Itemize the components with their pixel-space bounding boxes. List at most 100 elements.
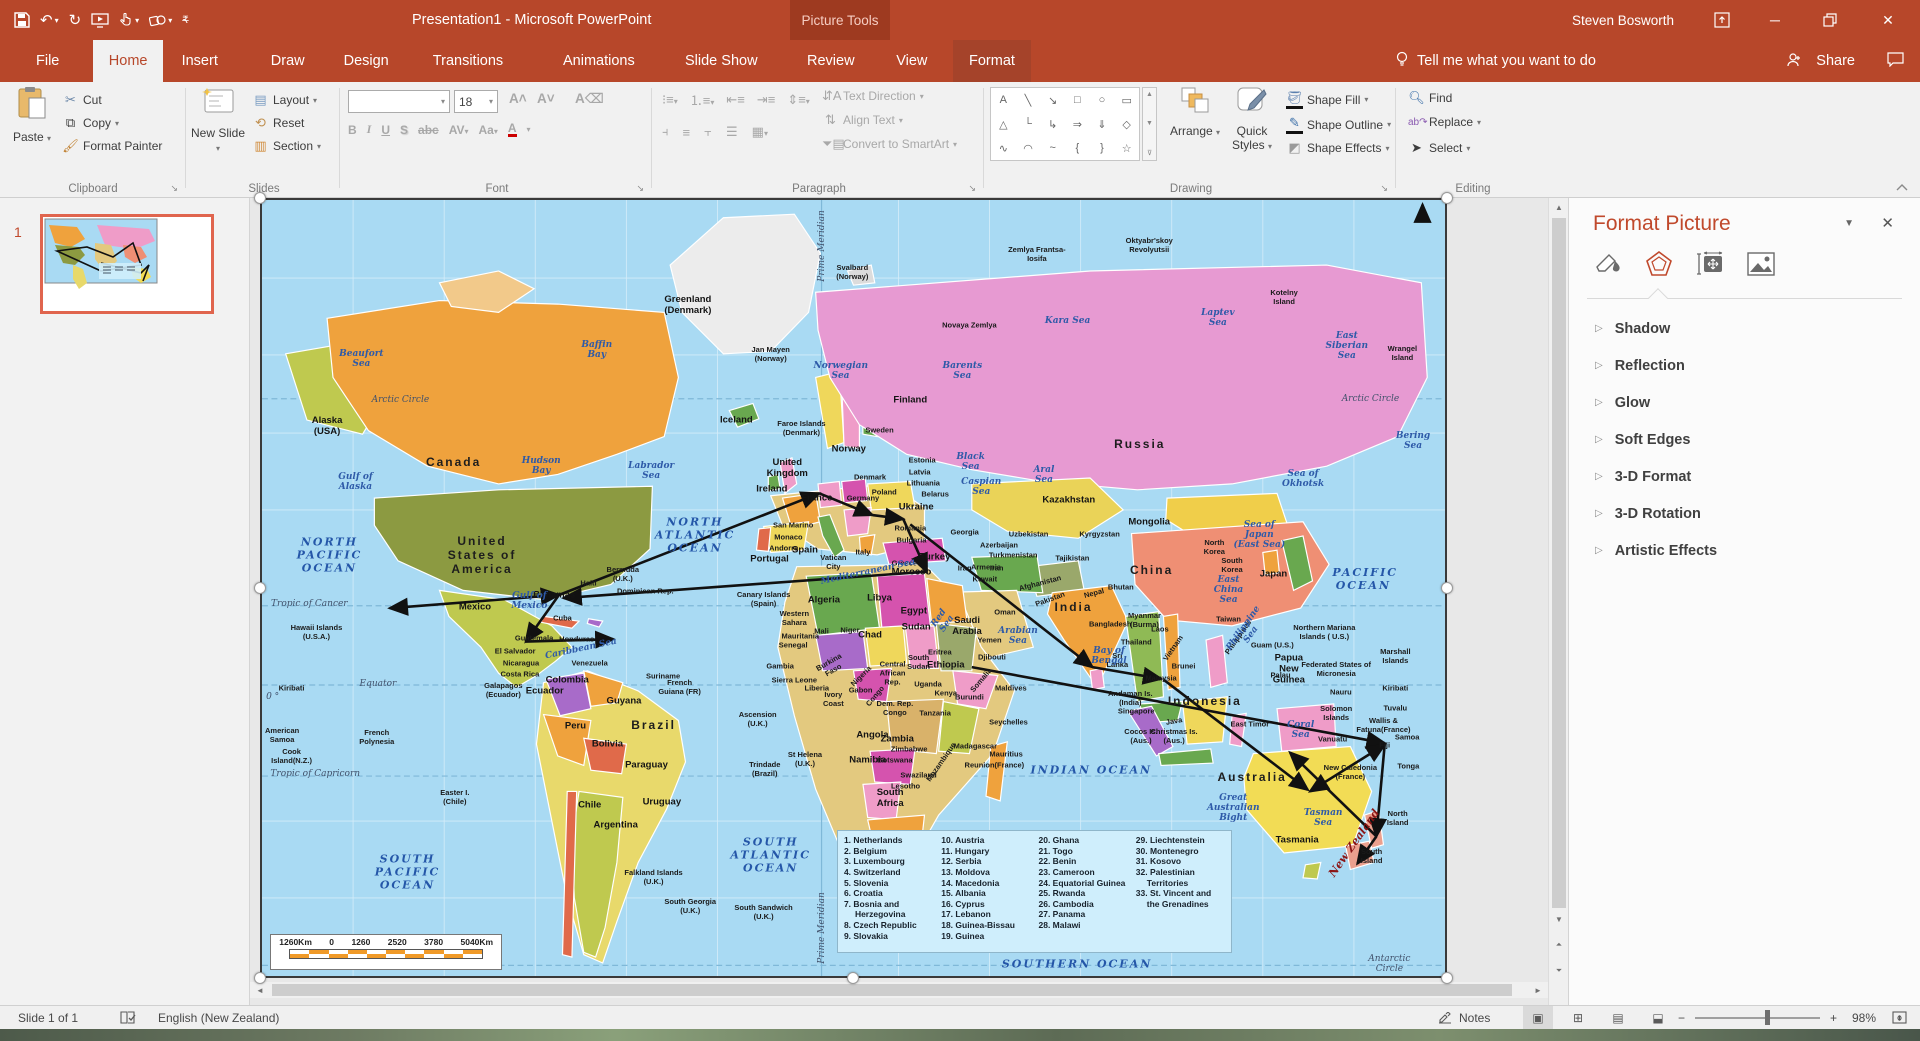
expand-triangle-icon[interactable]: ▷	[1595, 471, 1603, 482]
decrease-font-size-button[interactable]: A˅	[532, 91, 560, 106]
copy-button[interactable]: ⧉Copy▾	[62, 115, 119, 131]
tab-design[interactable]: Design	[328, 40, 405, 82]
next-slide-icon[interactable]: ⏷	[1549, 962, 1569, 980]
change-case-button[interactable]: Aa▾	[479, 123, 498, 137]
underline-button[interactable]: U	[381, 123, 390, 137]
shape-gallery-item-15[interactable]: {	[1075, 142, 1079, 154]
arrange-button[interactable]: Arrange ▾	[1168, 86, 1222, 139]
align-right-button[interactable]: ⫟	[704, 124, 712, 140]
font-color-button[interactable]: A	[508, 122, 517, 137]
zoom-percentage[interactable]: 98%	[1852, 1006, 1876, 1029]
bullets-button[interactable]: ⁝≡▾	[662, 92, 678, 108]
justify-button[interactable]: ☰	[726, 124, 738, 140]
tab-animations[interactable]: Animations	[547, 40, 651, 82]
scroll-left-icon[interactable]: ◄	[250, 982, 270, 998]
slide-editor-area[interactable]: Beaufort SeaBaffin BayGreenland (Denmark…	[250, 198, 1548, 1005]
shape-gallery-item-7[interactable]: └	[1024, 118, 1032, 130]
pane-section-row[interactable]: ▷ Soft Edges	[1569, 421, 1920, 458]
shape-gallery[interactable]: A╲↘□○▭△└↳⇒⇓◇∿◠~{}☆	[990, 87, 1140, 161]
shape-fill-button[interactable]: 🪣︎Shape Fill▾	[1286, 90, 1368, 109]
pane-section-row[interactable]: ▷ Artistic Effects	[1569, 532, 1920, 569]
shape-outline-button[interactable]: ✎Shape Outline▾	[1286, 115, 1391, 134]
collapse-ribbon-icon[interactable]	[1896, 178, 1910, 188]
scroll-up-icon[interactable]: ▲	[1549, 198, 1569, 216]
selection-handle-bottom-right[interactable]	[1441, 972, 1453, 984]
zoom-out-button[interactable]: −	[1678, 1006, 1685, 1029]
gallery-down-icon[interactable]: ▼	[1146, 120, 1153, 127]
tell-me-box[interactable]: Tell me what you want to do	[1395, 40, 1596, 82]
reading-view-button[interactable]: ▤	[1603, 1006, 1633, 1029]
new-slide-button[interactable]: New Slide ▾	[190, 86, 246, 154]
increase-font-size-button[interactable]: A˄	[504, 91, 532, 106]
shapes-icon[interactable]: ▾	[149, 13, 172, 28]
restore-button[interactable]	[1808, 0, 1852, 40]
scroll-down-icon[interactable]: ▼	[1549, 910, 1569, 928]
slide-counter[interactable]: Slide 1 of 1	[18, 1006, 78, 1029]
font-size-combo[interactable]: 18▾	[454, 90, 498, 113]
slide-thumbnail-panel[interactable]: 1	[0, 198, 250, 1005]
language-status[interactable]: English (New Zealand)	[158, 1006, 279, 1029]
selection-handle-bottom-left[interactable]	[254, 972, 266, 984]
shape-gallery-item-10[interactable]: ⇓	[1097, 118, 1106, 131]
tab-view[interactable]: View	[880, 40, 943, 82]
zoom-slider-track[interactable]	[1695, 1017, 1820, 1019]
clear-formatting-button[interactable]: A⌫	[570, 91, 609, 107]
expand-triangle-icon[interactable]: ▷	[1595, 360, 1603, 371]
quick-styles-button[interactable]: Quick Styles ▾	[1224, 86, 1280, 152]
save-icon[interactable]	[14, 12, 30, 28]
character-spacing-button[interactable]: AV▾	[449, 123, 469, 137]
shape-gallery-item-12[interactable]: ∿	[999, 142, 1008, 155]
tab-draw[interactable]: Draw	[255, 40, 321, 82]
pane-section-row[interactable]: ▷ 3-D Rotation	[1569, 495, 1920, 532]
shapes-dropdown-icon[interactable]: ▾	[168, 16, 172, 25]
drawing-dialog-launcher-icon[interactable]: ↘	[1380, 183, 1388, 194]
zoom-slider-thumb[interactable]	[1765, 1010, 1770, 1025]
spell-check-icon[interactable]	[120, 1006, 137, 1029]
pane-section-row[interactable]: ▷ Shadow	[1569, 310, 1920, 347]
columns-button[interactable]: ▦▾	[752, 124, 768, 140]
convert-smartart-button[interactable]: ⏷▤Convert to SmartArt▾	[822, 136, 957, 152]
shape-gallery-item-17[interactable]: ☆	[1122, 142, 1132, 155]
pane-section-row[interactable]: ▷ Glow	[1569, 384, 1920, 421]
expand-triangle-icon[interactable]: ▷	[1595, 323, 1603, 334]
vertical-scroll-thumb[interactable]	[1552, 218, 1566, 908]
pane-close-icon[interactable]: ✕	[1881, 214, 1894, 232]
pane-options-dropdown-icon[interactable]: ▼	[1844, 218, 1854, 229]
expand-triangle-icon[interactable]: ▷	[1595, 434, 1603, 445]
zoom-in-button[interactable]: +	[1830, 1006, 1837, 1029]
selection-handle-right[interactable]	[1441, 582, 1453, 594]
slide-sorter-view-button[interactable]: ⊞	[1563, 1006, 1593, 1029]
align-center-button[interactable]: ≡	[683, 125, 691, 140]
touch-mouse-mode-icon[interactable]: ▾	[119, 13, 139, 28]
horizontal-scrollbar[interactable]: ◄ ►	[250, 982, 1548, 998]
paste-dropdown-icon[interactable]: ▾	[47, 134, 51, 143]
notes-button[interactable]: Notes	[1438, 1006, 1490, 1029]
shape-gallery-item-14[interactable]: ~	[1049, 142, 1055, 154]
fill-line-tab-icon[interactable]	[1593, 251, 1623, 282]
shape-gallery-item-11[interactable]: ◇	[1122, 118, 1130, 131]
replace-button[interactable]: ab↷Replace▾	[1408, 115, 1481, 129]
bold-button[interactable]: B	[348, 123, 357, 137]
expand-triangle-icon[interactable]: ▷	[1595, 545, 1603, 556]
reset-button[interactable]: ⟲Reset	[252, 115, 304, 131]
slide-thumbnail[interactable]	[40, 214, 214, 314]
font-name-combo[interactable]: ▾	[348, 90, 450, 113]
text-shadow-button[interactable]: S	[400, 123, 408, 137]
shape-gallery-item-6[interactable]: △	[999, 118, 1007, 131]
increase-indent-button[interactable]: ⇥≡	[757, 92, 775, 108]
italic-button[interactable]: I	[367, 122, 372, 137]
shape-gallery-item-9[interactable]: ⇒	[1073, 118, 1082, 131]
paste-button[interactable]: Paste ▾	[6, 86, 58, 145]
new-slide-dropdown-icon[interactable]: ▾	[216, 144, 220, 153]
vertical-scrollbar[interactable]: ▲ ▼ ⏶ ⏷	[1548, 198, 1568, 1005]
expand-triangle-icon[interactable]: ▷	[1595, 397, 1603, 408]
undo-dropdown-icon[interactable]: ▾	[55, 16, 59, 25]
shape-effects-button[interactable]: ◩Shape Effects▾	[1286, 140, 1390, 156]
cut-button[interactable]: ✂Cut	[62, 92, 102, 108]
customize-qat-icon[interactable]: ₹̶	[182, 15, 188, 26]
shape-gallery-item-2[interactable]: ↘	[1048, 94, 1057, 107]
start-from-beginning-icon[interactable]	[91, 13, 109, 28]
tab-file[interactable]: File	[20, 40, 75, 82]
selection-handle-top-left[interactable]	[254, 192, 266, 204]
format-painter-button[interactable]: 🖌︎Format Painter	[62, 138, 162, 154]
